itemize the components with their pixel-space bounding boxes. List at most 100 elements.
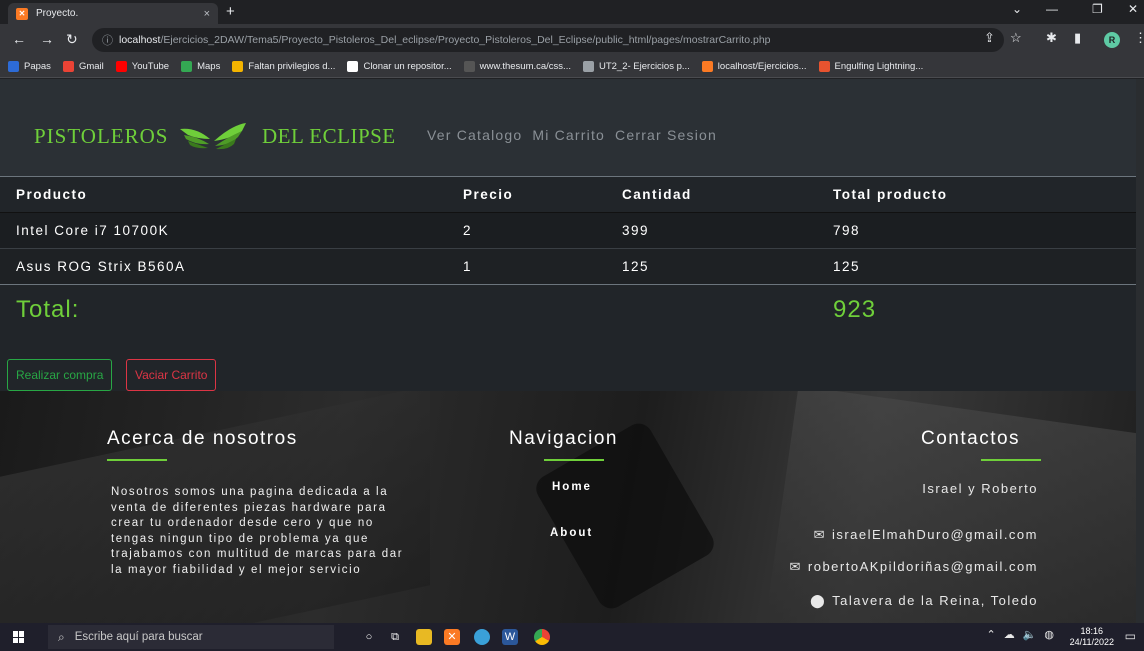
bookmark-item[interactable]: Faltan privilegios d...: [232, 61, 335, 72]
windows-taskbar: ⌕ Escribe aquí para buscar ○ ⧉ ✕ W ⌃ ☁ 🔈…: [0, 623, 1144, 651]
bookmark-favicon-icon: [115, 61, 127, 72]
cell-price: 2: [447, 212, 606, 249]
vaciar-carrito-button[interactable]: Vaciar Carrito: [126, 359, 217, 391]
nav-links: Ver Catalogo Mi Carrito Cerrar Sesion: [427, 127, 717, 143]
network-icon[interactable]: ◍: [1044, 628, 1054, 641]
envelope-icon: ✉: [813, 527, 826, 542]
chrome-icon[interactable]: [534, 629, 550, 645]
bookmark-favicon-icon: [8, 61, 19, 72]
reload-icon[interactable]: ↻: [66, 31, 78, 47]
total-value: 923: [817, 284, 1136, 335]
total-row: Total: 923: [0, 284, 1136, 335]
contact-email-2[interactable]: ✉ robertoAKpildoriñas@gmail.com: [789, 559, 1038, 575]
taskbar-search[interactable]: ⌕ Escribe aquí para buscar: [48, 625, 334, 649]
cell-product: Intel Core i7 10700K: [0, 212, 447, 249]
side-panel-icon[interactable]: ▮: [1074, 30, 1081, 46]
volume-icon[interactable]: 🔈: [1023, 628, 1037, 641]
word-icon[interactable]: W: [502, 629, 518, 645]
page-viewport: PISTOLEROS DEL ECLIPSE Ver Catalogo Mi C…: [0, 79, 1144, 623]
wings-logo-icon: [180, 123, 246, 150]
task-view-icon[interactable]: ⧉: [387, 629, 403, 645]
cell-price: 1: [447, 248, 606, 285]
bookmark-item[interactable]: localhost/Ejercicios...: [701, 61, 807, 72]
url-bar[interactable]: ⓘ localhost /Ejercicios_2DAW/Tema5/Proye…: [92, 28, 1004, 52]
minimize-icon[interactable]: —: [1046, 2, 1058, 16]
bookmark-item[interactable]: Papas: [8, 61, 51, 72]
site-navbar: PISTOLEROS DEL ECLIPSE Ver Catalogo Mi C…: [0, 79, 1136, 176]
nav-title: Navigacion: [509, 428, 618, 449]
tray-cloud-icon[interactable]: ☁: [1004, 628, 1015, 641]
footer-link-about[interactable]: About: [550, 527, 593, 539]
table-row: Asus ROG Strix B560A 1 125 125: [0, 248, 1136, 285]
footer-link-home[interactable]: Home: [552, 481, 592, 493]
windows-start-icon[interactable]: [13, 631, 25, 643]
brand-name-right[interactable]: DEL ECLIPSE: [262, 124, 396, 149]
address-toolbar: ← → ↻ ⓘ localhost /Ejercicios_2DAW/Tema5…: [0, 24, 1144, 56]
brand-name-left[interactable]: PISTOLEROS: [34, 124, 168, 149]
bookmark-favicon-icon: [701, 61, 713, 72]
bookmark-item[interactable]: Clonar un repositor...: [347, 61, 452, 72]
header-precio: Precio: [447, 176, 606, 213]
browser-tab-strip: ✕ Proyecto. × + ⌄ — ❐ ✕: [0, 0, 1144, 24]
extensions-icon[interactable]: ✱: [1046, 30, 1057, 46]
new-tab-button[interactable]: +: [226, 3, 235, 21]
bookmark-favicon-icon: [347, 61, 359, 72]
footer-bg-notebook: [765, 391, 1136, 623]
xampp-icon[interactable]: ✕: [444, 629, 460, 645]
site-info-icon[interactable]: ⓘ: [102, 32, 113, 48]
realizar-compra-button[interactable]: Realizar compra: [7, 359, 113, 391]
back-icon[interactable]: ←: [12, 31, 26, 47]
app-icon[interactable]: [474, 629, 490, 645]
cell-product: Asus ROG Strix B560A: [0, 248, 447, 285]
xampp-favicon-icon: ✕: [16, 7, 28, 20]
tray-chevron-icon[interactable]: ⌃: [986, 628, 995, 641]
profile-avatar[interactable]: R: [1104, 32, 1120, 48]
cell-total: 125: [817, 248, 1136, 285]
url-path: /Ejercicios_2DAW/Tema5/Proyecto_Pistoler…: [160, 34, 771, 46]
file-explorer-icon[interactable]: [416, 629, 432, 645]
tab-search-icon[interactable]: ⌄: [1012, 2, 1022, 16]
table-row: Intel Core i7 10700K 2 399 798: [0, 212, 1136, 249]
bookmarks-bar: Papas Gmail YouTube Maps Faltan privilegios …: [0, 56, 1144, 78]
nav-ver-catalogo[interactable]: Ver Catalogo: [427, 127, 522, 143]
restore-icon[interactable]: ❐: [1092, 2, 1103, 16]
bookmark-star-icon[interactable]: ☆: [1010, 30, 1022, 46]
page-scrollbar[interactable]: [1136, 79, 1144, 623]
clock-time: 18:16: [1080, 626, 1104, 636]
share-icon[interactable]: ⇪: [984, 30, 995, 46]
bookmark-favicon-icon: [463, 61, 475, 72]
bookmark-item[interactable]: UT2_2- Ejercicios p...: [582, 61, 690, 72]
browser-tab[interactable]: ✕ Proyecto. ×: [8, 3, 218, 24]
system-tray[interactable]: ⌃ ☁ 🔈 ◍: [986, 628, 1054, 641]
contact-email-1[interactable]: ✉ israelElmahDuro@gmail.com: [814, 527, 1038, 543]
notification-icon[interactable]: ▭: [1125, 629, 1136, 643]
nav-cerrar-sesion[interactable]: Cerrar Sesion: [615, 127, 717, 143]
total-label: Total:: [0, 284, 447, 335]
contact-names: Israel y Roberto: [922, 481, 1038, 496]
search-placeholder: Escribe aquí para buscar: [74, 631, 203, 643]
bookmark-favicon-icon: [181, 61, 193, 72]
bookmark-favicon-icon: [582, 61, 594, 72]
menu-icon[interactable]: ⋮: [1134, 30, 1144, 46]
nav-mi-carrito[interactable]: Mi Carrito: [532, 127, 605, 143]
cortana-icon[interactable]: ○: [361, 629, 377, 645]
close-window-icon[interactable]: ✕: [1128, 2, 1138, 16]
cell-quantity: 125: [606, 248, 817, 285]
bookmark-item[interactable]: www.thesum.ca/css...: [463, 61, 571, 72]
contact-underline: [981, 459, 1041, 461]
bookmark-favicon-icon: [62, 61, 74, 72]
cart-header-row: Producto Precio Cantidad Total producto: [0, 176, 1136, 213]
bookmark-item[interactable]: Gmail: [62, 61, 104, 72]
bookmark-item[interactable]: Engulfing Lightning...: [818, 61, 923, 72]
bookmark-item[interactable]: Maps: [181, 61, 220, 72]
forward-icon[interactable]: →: [40, 31, 54, 47]
about-underline: [107, 459, 167, 461]
header-total-producto: Total producto: [817, 176, 1136, 213]
clock-date: 24/11/2022: [1069, 637, 1114, 647]
header-producto: Producto: [0, 176, 447, 213]
taskbar-clock[interactable]: 18:16 24/11/2022: [1070, 626, 1114, 648]
nav-underline: [544, 459, 604, 461]
tab-close-icon[interactable]: ×: [204, 8, 210, 20]
bookmark-item[interactable]: YouTube: [115, 61, 169, 72]
site-footer: Acerca de nosotros Nosotros somos una pa…: [0, 391, 1136, 623]
